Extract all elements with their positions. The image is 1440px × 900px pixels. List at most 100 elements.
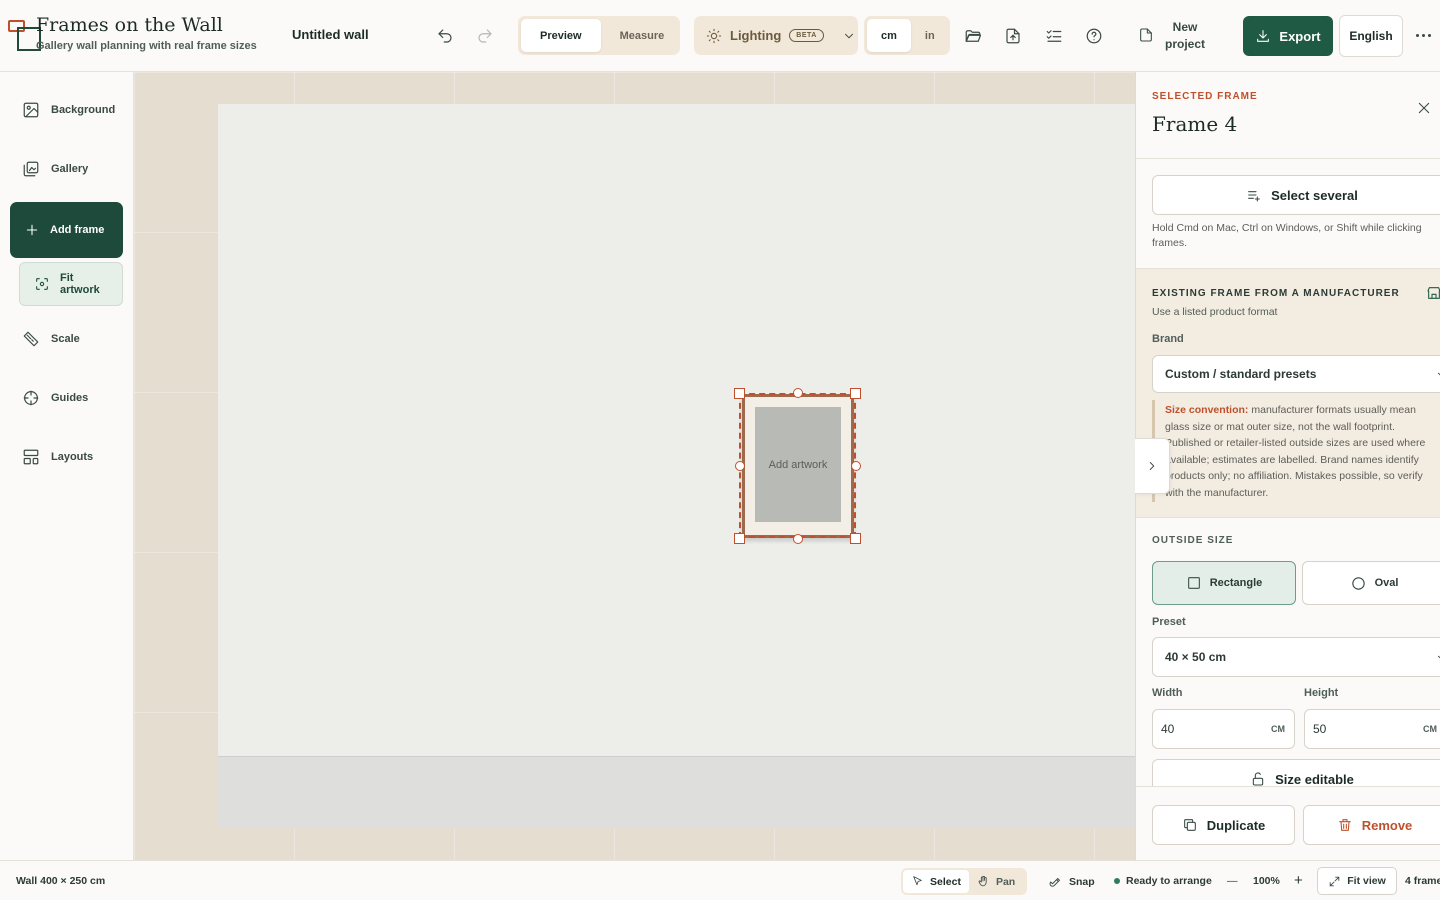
resize-handle-top-right[interactable] [850, 388, 861, 399]
remove-button[interactable]: Remove [1303, 805, 1440, 845]
sidebar-item-gallery[interactable]: Gallery [22, 160, 88, 178]
expand-icon [1329, 876, 1340, 886]
new-project-label: New project [1164, 20, 1205, 51]
multi-select-icon [1248, 191, 1260, 202]
file-upload-icon [1006, 28, 1020, 44]
resize-handle-bottom-left[interactable] [734, 533, 745, 544]
pan-tool-button[interactable]: Pan [969, 870, 1023, 893]
export-button[interactable]: Export [1243, 16, 1333, 56]
select-tool-button[interactable]: Select [903, 870, 969, 893]
sidebar-item-layouts[interactable]: Layouts [22, 448, 93, 466]
wall-canvas[interactable]: Add artwork [134, 72, 1135, 860]
circle-icon [1351, 576, 1365, 590]
resize-handle-left[interactable] [735, 461, 745, 471]
panel-title: Frame 4 [1152, 112, 1238, 136]
shape-rectangle-button[interactable]: Rectangle [1152, 561, 1296, 605]
sidebar-item-label: Background [51, 104, 116, 116]
store-icon [1427, 287, 1440, 299]
close-icon [1418, 102, 1430, 114]
brand-select-value: Custom / standard presets [1165, 367, 1317, 381]
zoom-out-button[interactable]: — [1227, 875, 1238, 887]
language-button[interactable]: English [1339, 15, 1403, 57]
hand-icon [978, 875, 987, 887]
folder-icon [965, 30, 982, 42]
fit-view-button[interactable]: Fit view [1317, 867, 1397, 895]
resize-handle-bottom[interactable] [793, 534, 803, 544]
lighting-dropdown[interactable]: Lighting BETA [694, 16, 858, 55]
add-frame-label: Add frame [50, 224, 105, 236]
shape-oval-button[interactable]: Oval [1302, 561, 1440, 605]
height-input[interactable]: 50 CM [1304, 709, 1440, 749]
fit-icon [36, 278, 48, 290]
sidebar-item-label: Layouts [51, 451, 94, 463]
pan-tool-label: Pan [995, 875, 1016, 888]
sidebar-item-scale[interactable]: Scale [22, 330, 80, 348]
redo-button[interactable] [474, 25, 496, 47]
preset-select-value: 40 × 50 cm [1165, 650, 1227, 664]
measure-mode-button[interactable]: Measure [601, 19, 684, 52]
ruler-icon [23, 331, 39, 347]
zoom-in-button[interactable]: + [1294, 872, 1303, 889]
lighting-label: Lighting [730, 28, 782, 43]
brand-select[interactable]: Custom / standard presets [1152, 355, 1440, 393]
select-hint: Hold Cmd on Mac, Ctrl on Windows, or Shi… [1152, 222, 1422, 249]
help-icon [1086, 28, 1102, 44]
checklist-button[interactable] [1043, 25, 1065, 47]
chevron-down-icon [1438, 372, 1440, 376]
shape-label: Rectangle [1209, 577, 1263, 589]
height-label: Height [1304, 687, 1339, 699]
export-label: Export [1279, 28, 1321, 44]
resize-handle-top-left[interactable] [734, 388, 745, 399]
help-button[interactable] [1083, 25, 1105, 47]
undo-button[interactable] [434, 25, 456, 47]
upload-button[interactable] [1002, 25, 1024, 47]
document-title[interactable]: Untitled wall [292, 27, 369, 42]
panel-footer: Duplicate Remove [1136, 786, 1440, 860]
sidebar-item-background[interactable]: Background [22, 101, 115, 119]
manufacturer-section: EXISTING FRAME FROM A MANUFACTURER Use a… [1136, 268, 1440, 518]
new-project-button[interactable]: New project [1138, 19, 1206, 53]
top-bar: Frames on the Wall Gallery wall planning… [0, 0, 1440, 72]
tool-toggle: Select Pan [901, 868, 1027, 895]
wall-surface[interactable] [218, 104, 1135, 756]
resize-handle-top[interactable] [793, 388, 803, 398]
collapse-panel-button[interactable] [1135, 438, 1170, 494]
resize-handle-bottom-right[interactable] [850, 533, 861, 544]
select-several-label: Select several [1271, 187, 1358, 203]
unit-label: CM [1271, 724, 1285, 734]
unit-cm-button[interactable]: cm [867, 19, 911, 52]
resize-handle-right[interactable] [851, 461, 861, 471]
unit-in-button[interactable]: in [911, 19, 949, 52]
preset-select[interactable]: 40 × 50 cm [1152, 637, 1440, 677]
manufacturer-subheading: Use a listed product format [1152, 306, 1278, 318]
fit-artwork-button[interactable]: Fit artwork [19, 262, 123, 306]
open-button[interactable] [962, 25, 984, 47]
sidebar-item-guides[interactable]: Guides [22, 389, 88, 407]
size-convention-note: Size convention: manufacturer formats us… [1152, 400, 1440, 502]
preset-label: Preset [1152, 616, 1186, 628]
width-input[interactable]: 40 CM [1152, 709, 1295, 749]
more-menu-icon[interactable] [1416, 34, 1431, 37]
unit-toggle: cm in [864, 16, 950, 55]
app-subtitle: Gallery wall planning with real frame si… [36, 40, 257, 52]
selected-frame-panel: SELECTED FRAME Frame 4 Select several Ho… [1135, 72, 1440, 860]
width-label: Width [1152, 687, 1183, 699]
preview-mode-button[interactable]: Preview [521, 19, 601, 52]
select-several-button[interactable]: Select several [1152, 175, 1440, 215]
redo-icon [478, 29, 492, 43]
snap-toggle[interactable]: Snap [1049, 875, 1095, 889]
manufacturer-heading: EXISTING FRAME FROM A MANUFACTURER [1152, 288, 1400, 299]
add-frame-button[interactable]: Add frame [10, 202, 123, 258]
sidebar-item-label: Guides [51, 392, 89, 404]
size-editable-label: Size editable [1275, 771, 1354, 787]
duplicate-button[interactable]: Duplicate [1152, 805, 1295, 845]
ready-status: Ready to arrange [1114, 875, 1212, 887]
close-panel-button[interactable] [1416, 100, 1432, 116]
fit-artwork-label: Fit artwork [60, 272, 100, 296]
download-icon [1257, 30, 1270, 42]
note-text: manufacturer formats usually mean glass … [1165, 404, 1426, 499]
brand-label: Brand [1152, 333, 1184, 345]
fit-view-label: Fit view [1347, 875, 1386, 887]
chevron-right-icon [1149, 462, 1155, 470]
zoom-level: 100% [1253, 875, 1280, 887]
